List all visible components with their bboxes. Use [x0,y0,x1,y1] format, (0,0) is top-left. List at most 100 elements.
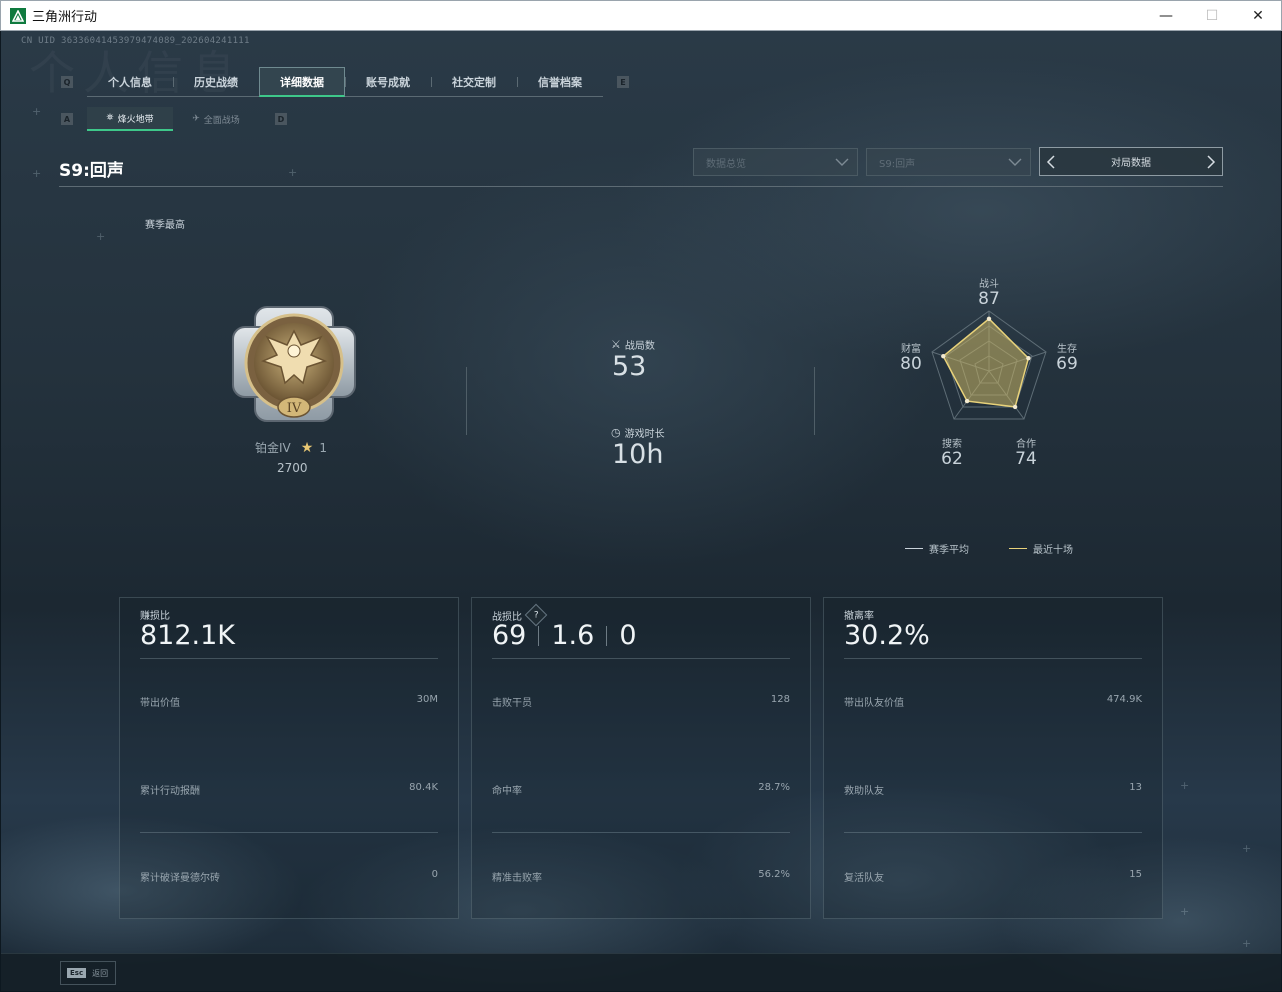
row-label: 精准击败率 [492,873,542,884]
rank-stars-count: 1 [319,440,327,455]
row-value: 15 [1129,869,1142,880]
crosshair-mark: + [1242,937,1252,950]
season-title: S9:回声 [59,161,124,181]
subtab-operations-label: 烽火地带 [117,114,154,125]
profit-loss-value: 812.1K [140,620,236,651]
tab-history[interactable]: 历史战绩 [173,67,259,97]
tab-achievements[interactable]: 账号成就 [345,67,431,97]
bottom-bar: Esc 返回 [1,953,1281,991]
subtab-warfare[interactable]: ✈ 全面战场 [173,107,259,131]
card-row: 带出价值 30M [140,694,438,709]
card-big-value: 69 1.6 0 [492,620,637,651]
game-viewport: 个人信息 CN UID 363360414539794740​89_202604… [1,31,1281,991]
legend-swatch [1009,548,1027,549]
card-row: 累计行动报酬 80.4K [140,782,438,797]
row-label: 救助队友 [844,786,884,797]
maximize-button[interactable]: ☐ [1189,1,1235,31]
crosshair-mark: + [1242,842,1252,855]
card-divider [844,658,1142,659]
row-value: 80.4K [409,782,438,793]
row-value: 56.2% [758,869,790,880]
crosshair-mark: + [1180,905,1190,918]
back-label: 返回 [92,968,109,978]
main-tab-strip: 个人信息 历史战绩 详细数据 账号成就 社交定制 信誉档案 [87,67,603,97]
matches-value: 53 [612,351,647,382]
radar-point-4 [941,354,946,359]
key-hint-d: D [275,113,287,125]
tab-detailed-data[interactable]: 详细数据 [259,67,345,97]
chevron-left-icon[interactable] [1044,154,1058,170]
header-divider [59,186,1223,187]
season-select[interactable]: S9:回声 [866,148,1031,176]
profit-loss-card: 赚损比 812.1K 带出价值 30M 累计行动报酬 80.4K 累计破译曼德尔砖 0 [119,597,459,919]
row-value: 0 [431,869,438,880]
card-row: 复活队友 15 [844,869,1142,884]
badge-numeral: IV [287,401,302,416]
radar-label-cooperation: 合作 [1016,439,1036,450]
row-value: 128 [770,694,790,705]
rank-points: 2700 [277,461,308,475]
chevron-right-icon[interactable] [1204,154,1218,170]
card-row: 带出队友价值 474.9K [844,694,1142,709]
radar-label-wealth: 财富 [901,344,921,355]
row-label: 累计破译曼德尔砖 [140,873,220,884]
subtab-operations[interactable]: ⛯ 烽火地带 [87,107,173,131]
ability-radar-chart [931,310,1047,420]
chevron-down-icon [1008,158,1022,166]
kd-ratio-card: 战损比 ? 69 1.6 0 击败干员 128 命中率 28.7% 精准击败率 56.… [471,597,811,919]
card-divider [844,832,1142,833]
clock-icon: ◷ [611,426,621,439]
radar-point-2 [1012,404,1018,410]
crosshair-mark: + [96,230,106,243]
radar-value-combat: 87 [978,289,1000,309]
radar-dish-icon: ⛯ [106,113,114,123]
section-divider [466,367,467,435]
help-icon-glyph: ? [533,610,539,620]
radar-label-search: 搜索 [942,439,962,450]
radar-label-combat: 战斗 [979,279,999,290]
season-select-value: S9:回声 [879,158,916,170]
match-data-selector[interactable]: 对局数据 [1039,147,1223,176]
data-overview-select[interactable]: 数据总览 [693,148,858,176]
aircraft-icon: ✈ [192,114,200,124]
close-button[interactable]: ✕ [1235,1,1281,31]
key-hint-q: Q [61,76,73,88]
card-row: 精准击败率 56.2% [492,869,790,884]
deaths-value: 0 [619,620,637,651]
radar-value-cooperation: 74 [1015,449,1037,469]
tab-personal-info[interactable]: 个人信息 [87,67,173,97]
key-hint-e: E [617,76,629,88]
sub-tab-bar: A ⛯ 烽火地带 ✈ 全面战场 D [61,107,287,131]
radar-value-wealth: 80 [900,354,922,374]
value-separator [606,625,608,646]
tab-social[interactable]: 社交定制 [431,67,517,97]
kills-value: 69 [492,620,527,651]
card-row: 命中率 28.7% [492,782,790,797]
player-uid: CN UID 363360414539794740​89_20260424111… [21,36,250,46]
minimize-button[interactable]: — [1143,1,1189,31]
radar-point-1 [1026,356,1031,361]
kd-value: 1.6 [551,620,595,651]
matches-label: 战局数 [624,341,655,352]
window-titlebar: 三角洲行动 — ☐ ✕ [0,0,1282,31]
esc-key-hint: Esc [67,968,87,978]
section-divider [814,367,815,435]
row-value: 13 [1129,782,1142,793]
window-title: 三角洲行动 [32,10,98,25]
legend-recent-ten-label: 最近十场 [1033,545,1073,556]
card-divider [140,658,438,659]
main-tab-bar: Q 个人信息 历史战绩 详细数据 账号成就 社交定制 信誉档案 E [61,67,629,97]
key-hint-a: A [61,113,73,125]
extraction-rate-card: 撤离率 30.2% 带出队友价值 474.9K 救助队友 13 复活队友 15 [823,597,1163,919]
crossed-swords-icon: ⚔ [611,338,621,351]
row-label: 带出价值 [140,698,180,709]
card-big-value: 30.2% [844,620,930,651]
tab-reputation[interactable]: 信誉档案 [517,67,603,97]
card-row: 救助队友 13 [844,782,1142,797]
rank-name: 铂金IV [255,441,291,455]
back-button[interactable]: Esc 返回 [60,961,116,985]
legend-swatch [905,548,923,549]
row-label: 带出队友价值 [844,698,904,709]
radar-point-3 [964,398,970,404]
row-value: 28.7% [758,782,790,793]
